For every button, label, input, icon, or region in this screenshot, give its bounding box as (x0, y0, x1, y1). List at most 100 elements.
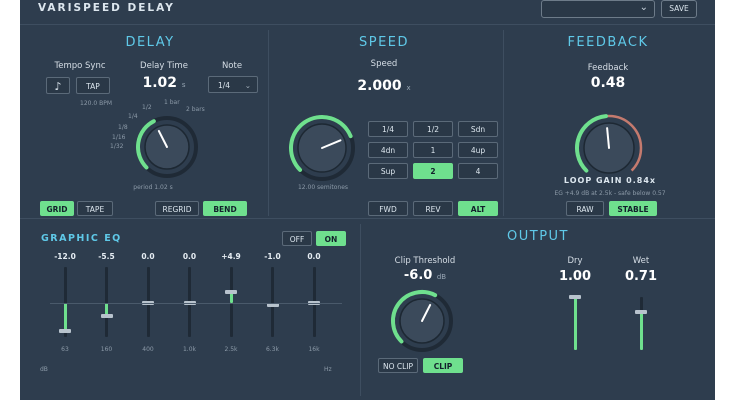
speed-unit: x (406, 84, 411, 92)
note-tick: 1/32 (110, 143, 124, 150)
header-divider (20, 24, 715, 25)
divider-speed-feedback (503, 30, 504, 216)
clip-button[interactable]: CLIP (423, 358, 463, 373)
preset-dropdown[interactable]: ⌄ (541, 0, 655, 18)
plugin-title: VARISPEED DELAY (38, 2, 175, 14)
delay-time-unit: s (181, 81, 186, 89)
clip-threshold-unit: dB (436, 273, 447, 281)
eq-band-thumb[interactable] (59, 329, 71, 333)
dry-slider-fill (574, 297, 577, 350)
semitones-readout: 12.00 semitones (297, 184, 349, 191)
clip-threshold-knob[interactable] (389, 288, 455, 354)
chevron-down-icon: ⌄ (244, 81, 251, 90)
eq-zero-line (50, 303, 342, 304)
note-tick: 1/8 (118, 124, 128, 131)
delay-time-label: Delay Time (140, 61, 188, 71)
alt-button[interactable]: ALT (458, 201, 498, 216)
delay-title: DELAY (125, 35, 175, 50)
eq-band-gain: -12.0 (54, 252, 76, 261)
tempo-sync-label: Tempo Sync (54, 61, 106, 71)
plugin-panel: VARISPEED DELAY ⌄ SAVE DELAY Tempo Sync … (20, 0, 715, 400)
speed-knob[interactable] (287, 113, 357, 183)
eq-band-gain: -5.5 (98, 252, 115, 261)
eq-band-frequency: 6.3k (265, 346, 280, 353)
speed-ratio-button[interactable]: 2 (413, 163, 453, 179)
note-icon: ♪ (54, 80, 62, 93)
eq-band-gain: -1.0 (264, 252, 281, 261)
note-select[interactable]: 1/4 ⌄ (208, 76, 258, 93)
speed-ratio-button[interactable]: 1 (413, 142, 453, 158)
loop-gain-readout: LOOP GAIN 0.84x (563, 176, 657, 185)
eq-on-button[interactable]: ON (316, 231, 346, 246)
divider-delay-speed (268, 30, 269, 216)
eq-band-gain: 0.0 (141, 252, 155, 261)
regrid-button[interactable]: REGRID (155, 201, 199, 216)
speed-ratio-button[interactable]: 4dn (368, 142, 408, 158)
eq-band-frequency: 16k (308, 346, 320, 353)
speed-readout: 2.000 x (348, 78, 420, 94)
wet-label: Wet (632, 256, 650, 266)
eq-band-thumb[interactable] (225, 289, 237, 294)
feedback-info: EG +4.9 dB at 2.5k - safe below 0.57 (554, 190, 666, 197)
eq-band-gain: 0.0 (182, 252, 197, 261)
speed-ratio-button[interactable]: 4 (458, 163, 498, 179)
speed-label: Speed (370, 59, 398, 69)
feedback-value: 0.48 (590, 75, 626, 91)
speed-ratio-button[interactable]: 1/2 (413, 121, 453, 137)
note-value: 1/4 (218, 81, 231, 90)
speed-ratio-button[interactable]: Sup (368, 163, 408, 179)
clip-threshold-readout: -6.0 dB (390, 268, 460, 283)
note-label: Note (221, 61, 243, 71)
eq-band-slider[interactable] (271, 267, 274, 337)
eq-off-button[interactable]: OFF (282, 231, 312, 246)
eq-band-frequency: 160 (100, 346, 113, 353)
eq-band-frequency: 400 (142, 346, 154, 353)
fwd-button[interactable]: FWD (368, 201, 408, 216)
note-tick: 1 bar (164, 99, 180, 106)
eq-hz-label: Hz (324, 366, 332, 373)
tempo-sync-toggle[interactable]: ♪ (46, 77, 70, 94)
eq-band-frequency: 2.5k (224, 346, 238, 353)
stable-button[interactable]: STABLE (609, 201, 657, 216)
eq-band-thumb[interactable] (100, 313, 113, 318)
delay-time-knob-area: 1/2 1 bar 2 bars 1/4 1/8 1/16 1/32 (106, 92, 216, 184)
eq-band-frequency: 1.0k (182, 346, 197, 353)
divider-eq-output (360, 224, 361, 396)
wet-value: 0.71 (624, 269, 658, 284)
eq-title: GRAPHIC EQ (41, 233, 122, 244)
speed-ratio-button[interactable]: 1/4 (368, 121, 408, 137)
note-tick: 2 bars (186, 106, 205, 113)
dry-slider-track[interactable] (574, 297, 577, 350)
rev-button[interactable]: REV (413, 201, 453, 216)
feedback-title: FEEDBACK (567, 35, 649, 50)
period-readout: period 1.02 s (133, 184, 173, 191)
save-button[interactable]: SAVE (661, 0, 697, 18)
chevron-down-icon: ⌄ (639, 2, 648, 13)
mid-divider (20, 218, 715, 219)
bend-button[interactable]: BEND (203, 201, 247, 216)
dry-label: Dry (567, 256, 583, 266)
no-clip-button[interactable]: NO CLIP (378, 358, 418, 373)
dry-slider-thumb[interactable] (569, 295, 581, 299)
raw-button[interactable]: RAW (566, 201, 604, 216)
delay-time-readout: 1.02 s (130, 75, 198, 91)
speed-ratio-button[interactable]: 4up (458, 142, 498, 158)
output-title: OUTPUT (507, 229, 569, 244)
speed-title: SPEED (358, 35, 410, 50)
delay-time-value: 1.02 (142, 75, 177, 91)
grid-button[interactable]: GRID (40, 201, 74, 216)
feedback-label: Feedback (587, 63, 629, 73)
tap-button[interactable]: TAP (76, 77, 110, 94)
wet-slider-fill (640, 312, 643, 350)
speed-value: 2.000 (357, 78, 402, 94)
tape-button[interactable]: TAPE (77, 201, 113, 216)
wet-slider-track[interactable] (640, 297, 643, 350)
wet-slider-thumb[interactable] (635, 310, 647, 315)
eq-band-frequency: 63 (61, 346, 69, 353)
speed-ratio-button[interactable]: Sdn (458, 121, 498, 137)
eq-band-fill (63, 303, 67, 331)
eq-band-slider[interactable] (105, 267, 108, 337)
dry-value: 1.00 (558, 269, 592, 284)
eq-db-label: dB (40, 366, 48, 373)
delay-time-knob[interactable] (134, 114, 200, 180)
